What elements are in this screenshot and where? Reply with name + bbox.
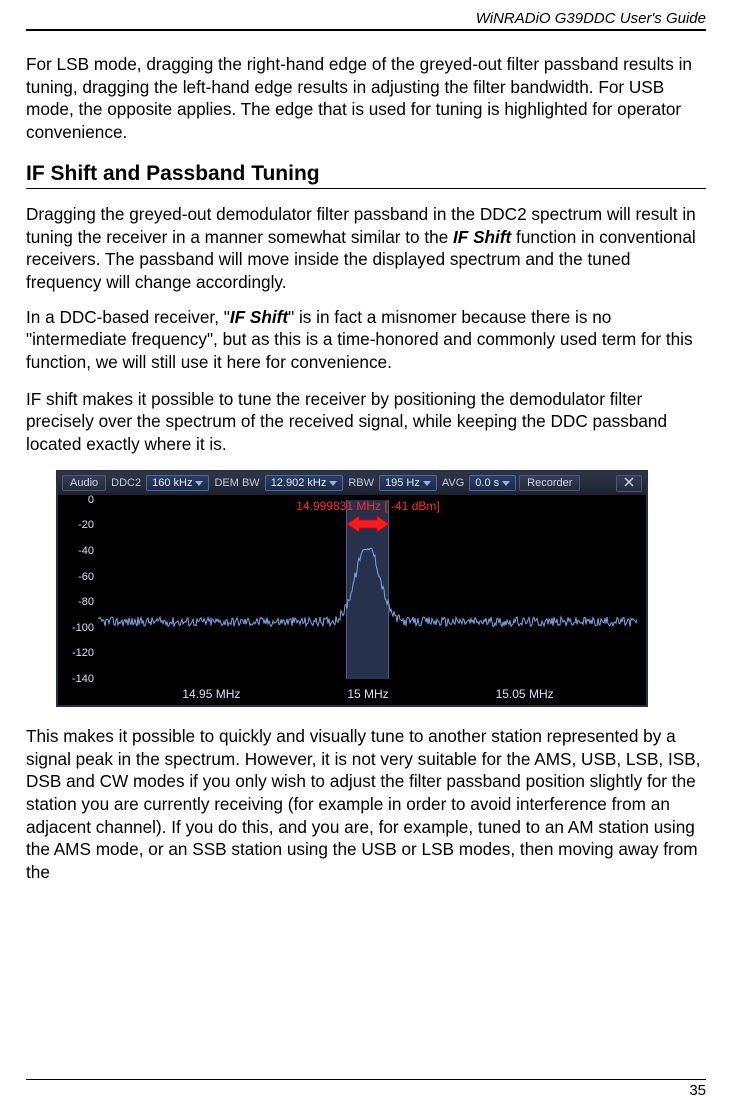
- ddc2-value: 160 kHz: [152, 477, 192, 489]
- x-tick-label: 15.05 MHz: [496, 687, 554, 701]
- x-tick-label: 15 MHz: [347, 687, 388, 701]
- ddc2-dropdown[interactable]: 160 kHz: [146, 475, 209, 491]
- spectrum-plot[interactable]: 0 -20 -40 -60 -80 -100 -120 -140 14.999831 MHz …: [58, 496, 646, 705]
- page-header: WiNRADiO G39DDC User's Guide: [26, 10, 706, 31]
- spectrum-trace: [98, 500, 638, 679]
- document-page: WiNRADiO G39DDC User's Guide For LSB mod…: [0, 0, 732, 1117]
- y-tick-label: -80: [78, 596, 94, 608]
- dembw-value: 12.902 kHz: [271, 477, 327, 489]
- term-if-shift: IF Shift: [453, 227, 511, 247]
- rbw-label: RBW: [346, 477, 376, 489]
- avg-value: 0.0 s: [475, 477, 499, 489]
- y-tick-label: -40: [78, 545, 94, 557]
- y-tick-label: 0: [88, 494, 94, 506]
- y-tick-label: -140: [72, 673, 94, 685]
- rbw-value: 195 Hz: [385, 477, 420, 489]
- avg-dropdown[interactable]: 0.0 s: [469, 475, 516, 491]
- y-tick-label: -120: [72, 647, 94, 659]
- dembw-label: DEM BW: [212, 477, 261, 489]
- page-footer: 35: [26, 1079, 706, 1099]
- spectrum-toolbar: Audio DDC2 160 kHz DEM BW 12.902 kHz RBW…: [58, 472, 646, 496]
- heading-if-shift: IF Shift and Passband Tuning: [26, 162, 706, 189]
- audio-button[interactable]: Audio: [62, 475, 106, 491]
- avg-label: AVG: [440, 477, 466, 489]
- chevron-down-icon: [195, 481, 203, 486]
- term-if-shift: IF Shift: [230, 307, 288, 327]
- y-axis: 0-20-40-60-80-100-120-140: [58, 500, 96, 679]
- x-tick-label: 14.95 MHz: [182, 687, 240, 701]
- plot-area[interactable]: 14.999831 MHz [ -41 dBm]: [98, 500, 638, 679]
- close-icon[interactable]: [616, 475, 642, 492]
- page-number: 35: [689, 1082, 706, 1099]
- chevron-down-icon: [502, 481, 510, 486]
- recorder-button[interactable]: Recorder: [519, 475, 580, 491]
- paragraph-ifshift-purpose: IF shift makes it possible to tune the r…: [26, 388, 706, 456]
- ddc2-label: DDC2: [109, 477, 143, 489]
- dembw-dropdown[interactable]: 12.902 kHz: [265, 475, 344, 491]
- spacer: [26, 191, 706, 203]
- paragraph-conclusion: This makes it possible to quickly and vi…: [26, 725, 706, 884]
- y-tick-label: -60: [78, 571, 94, 583]
- chevron-down-icon: [423, 481, 431, 486]
- text-fragment: In a DDC-based receiver, ": [26, 307, 230, 327]
- y-tick-label: -20: [78, 519, 94, 531]
- paragraph-lsb-usb: For LSB mode, dragging the right-hand ed…: [26, 53, 706, 144]
- rbw-dropdown[interactable]: 195 Hz: [379, 475, 437, 491]
- header-title: WiNRADiO G39DDC User's Guide: [476, 10, 706, 27]
- paragraph-ifshift-intro: Dragging the greyed-out demodulator filt…: [26, 203, 706, 294]
- chevron-down-icon: [329, 481, 337, 486]
- x-axis: 14.95 MHz 15 MHz 15.05 MHz: [98, 683, 638, 701]
- spectrum-panel: Audio DDC2 160 kHz DEM BW 12.902 kHz RBW…: [56, 470, 648, 707]
- paragraph-misnomer: In a DDC-based receiver, "IF Shift" is i…: [26, 306, 706, 374]
- y-tick-label: -100: [72, 622, 94, 634]
